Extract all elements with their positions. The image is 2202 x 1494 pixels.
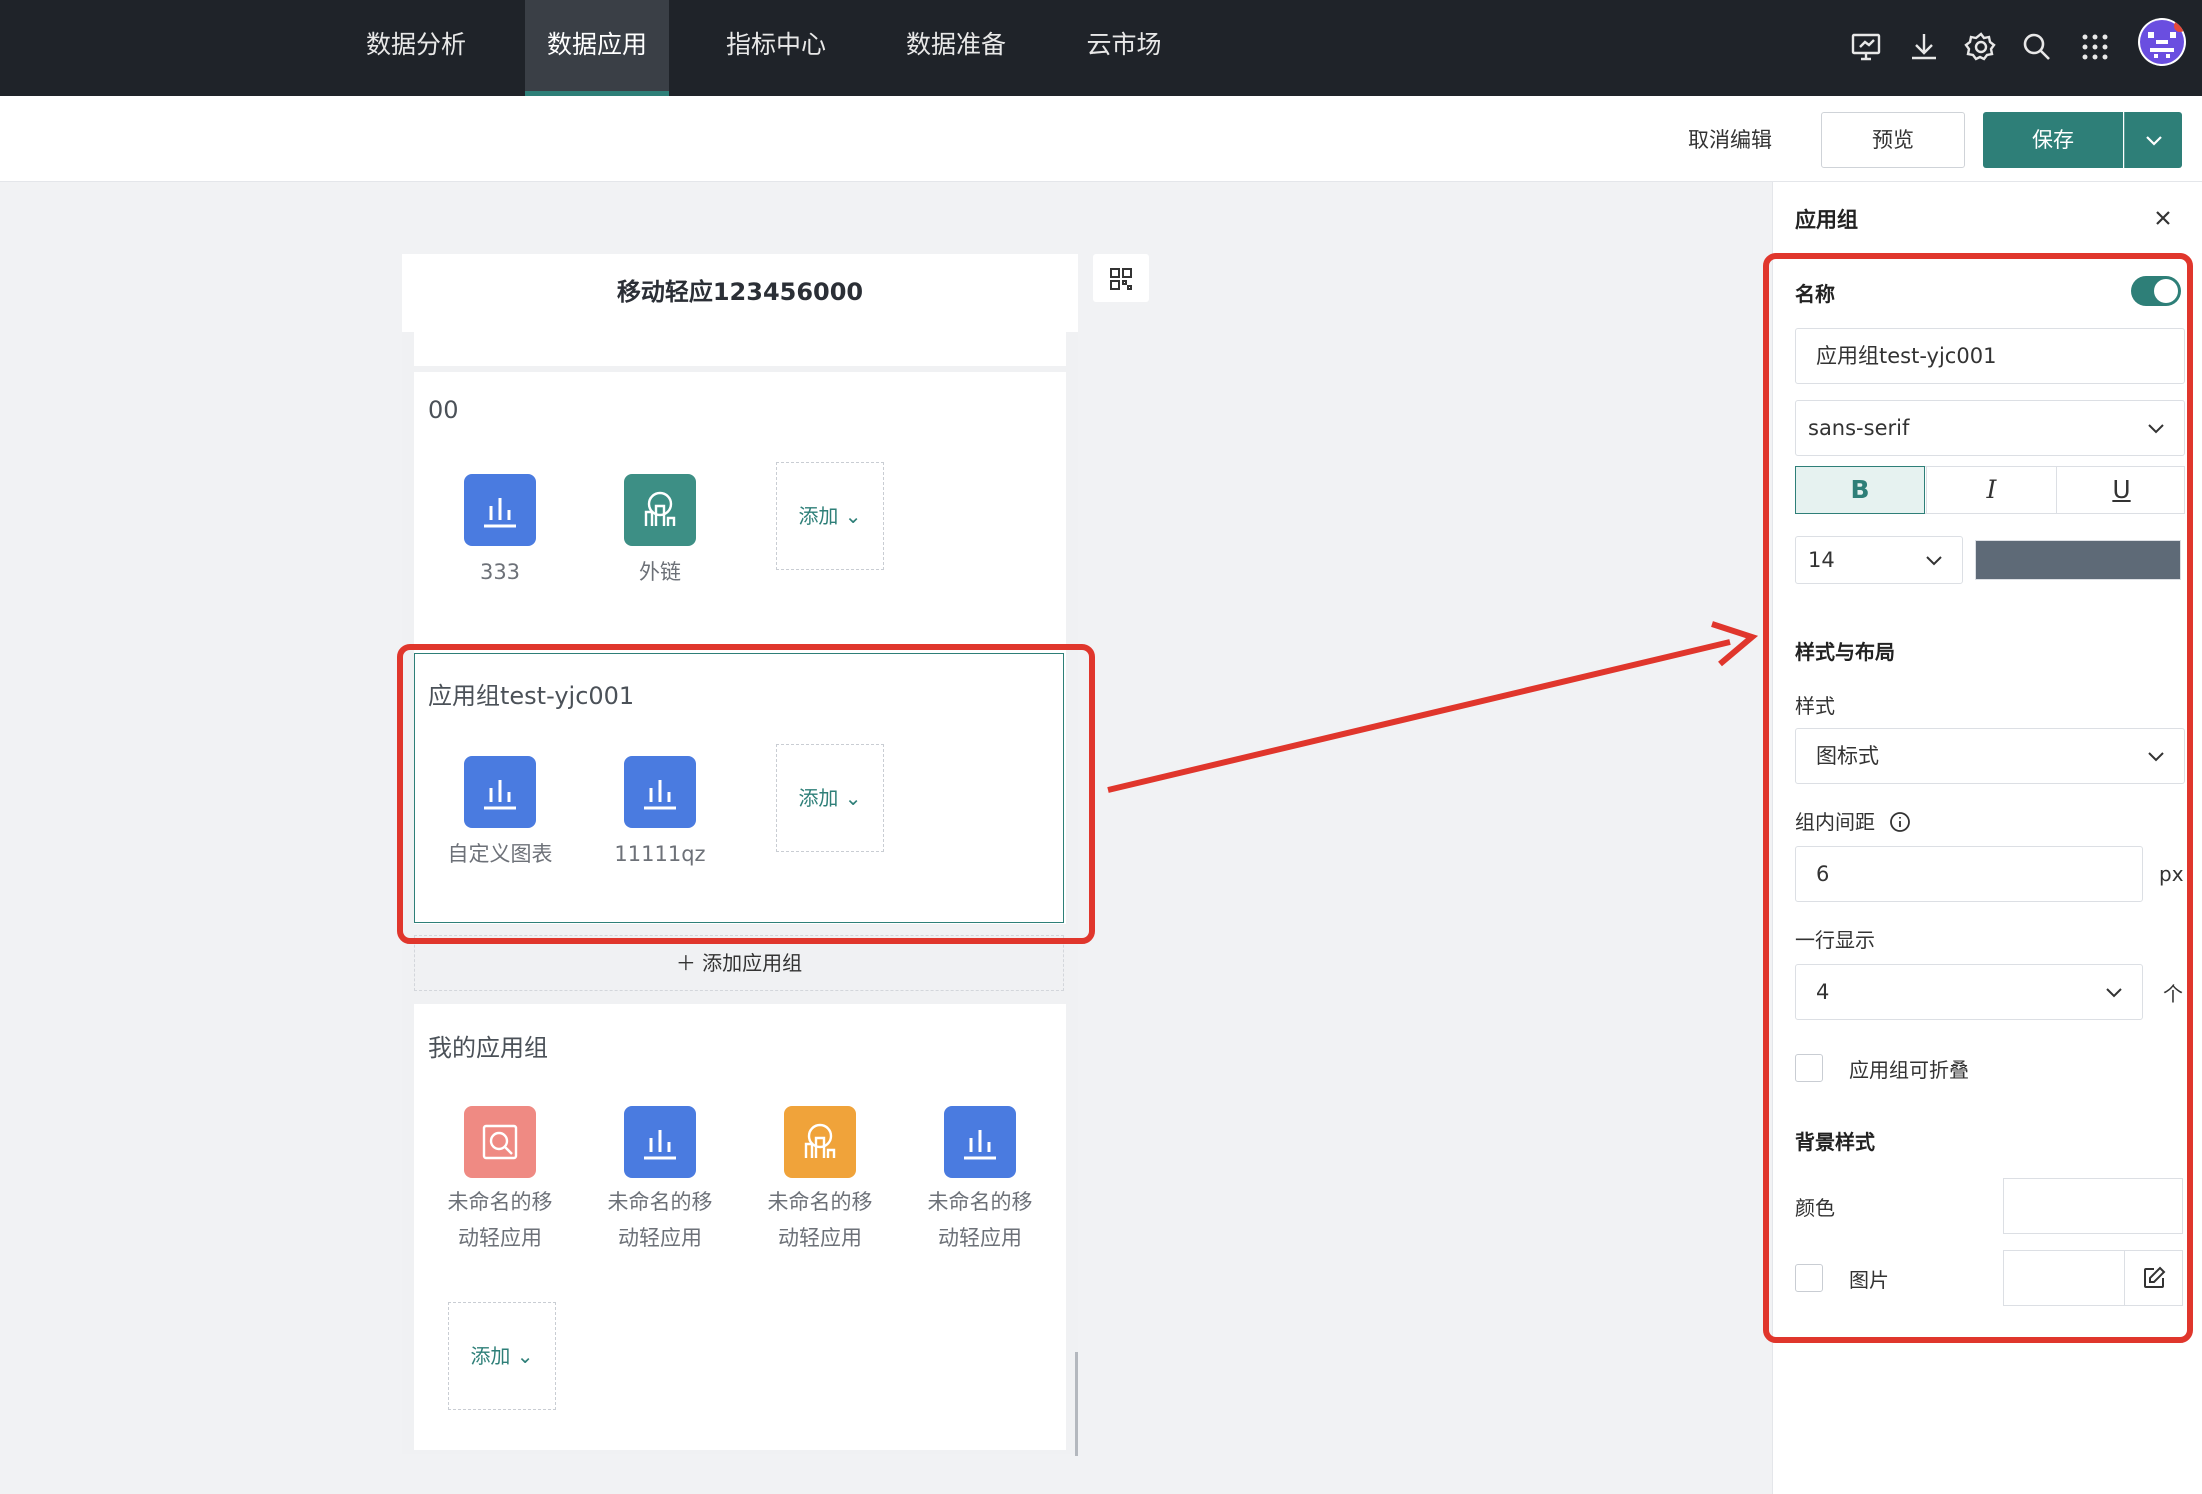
- gear-icon[interactable]: [1960, 26, 2002, 68]
- chevron-down-icon: [1926, 556, 1942, 566]
- font-family-value: sans-serif: [1808, 416, 1910, 440]
- top-navigation-bar: 数据分析 数据应用 指标中心 数据准备 云市场: [0, 0, 2202, 96]
- link-app-icon[interactable]: [784, 1106, 856, 1178]
- text-format-group: B I U: [1795, 466, 2185, 514]
- underline-button[interactable]: U: [2056, 467, 2186, 513]
- edit-icon: [2144, 1266, 2166, 1288]
- download-icon[interactable]: [1903, 26, 1945, 68]
- add-app-button[interactable]: 添加 ⌄: [448, 1302, 556, 1410]
- per-row-unit: 个: [2163, 982, 2183, 1006]
- font-size-value: 14: [1808, 548, 1835, 572]
- chevron-down-icon: [2146, 136, 2162, 146]
- italic-button[interactable]: I: [1926, 467, 2056, 513]
- group-name-input[interactable]: 应用组test-yjc001: [1795, 328, 2185, 384]
- chevron-down-icon: [2106, 988, 2122, 998]
- notification-dot: [2174, 20, 2186, 32]
- app-label-line2: 动轻应用: [458, 1226, 542, 1250]
- bar-chart-icon[interactable]: [624, 1106, 696, 1178]
- add-app-label: 添加: [470, 1344, 511, 1368]
- nav-tab-cloud-market[interactable]: 云市场: [1066, 0, 1182, 96]
- section-background: 背景样式: [1795, 1130, 1875, 1154]
- selected-group-outline: [414, 653, 1064, 923]
- collapsible-label: 应用组可折叠: [1849, 1058, 1969, 1082]
- group-title: 我的应用组: [428, 1034, 548, 1062]
- nav-tab-data-analysis[interactable]: 数据分析: [346, 0, 486, 96]
- panel-title: 应用组: [1795, 208, 1858, 232]
- app-label-line2: 动轻应用: [618, 1226, 702, 1250]
- nav-tab-metrics-center[interactable]: 指标中心: [706, 0, 846, 96]
- toggle-knob: [2154, 279, 2178, 303]
- info-icon[interactable]: [1889, 811, 1911, 833]
- chevron-down-icon: [2148, 424, 2164, 434]
- font-size-select[interactable]: 14: [1795, 536, 1963, 584]
- app-label-line2: 动轻应用: [778, 1226, 862, 1250]
- add-app-button[interactable]: 添加 ⌄: [776, 462, 884, 570]
- user-avatar[interactable]: [2138, 18, 2186, 66]
- add-app-group-button[interactable]: ＋ 添加应用组: [414, 935, 1064, 991]
- app-title: 移动轻应123456000: [402, 254, 1078, 332]
- chevron-down-icon: ⌄: [844, 504, 862, 528]
- plus-icon: ＋: [675, 951, 696, 975]
- annotation-arrowhead: [1711, 621, 1759, 667]
- add-app-label: 添加: [798, 504, 839, 528]
- edit-image-button[interactable]: [2124, 1251, 2182, 1305]
- app-label-line1: 未命名的移: [927, 1190, 1033, 1214]
- bold-button[interactable]: B: [1795, 466, 1925, 514]
- color-label: 颜色: [1795, 1196, 1835, 1220]
- app-label-line1: 未命名的移: [607, 1190, 713, 1214]
- spacing-label: 组内间距: [1795, 806, 1911, 835]
- layout-grid-button[interactable]: [1093, 254, 1149, 302]
- app-label-line1: 未命名的移: [767, 1190, 873, 1214]
- style-select[interactable]: 图标式: [1795, 728, 2185, 784]
- font-color-picker[interactable]: [1975, 540, 2181, 580]
- chevron-down-icon: ⌄: [516, 1344, 534, 1368]
- apps-grid-icon[interactable]: [2074, 26, 2116, 68]
- nav-tab-data-prep[interactable]: 数据准备: [886, 0, 1026, 96]
- style-value: 图标式: [1816, 744, 1879, 768]
- style-label: 样式: [1795, 694, 1835, 718]
- monitor-icon[interactable]: [1845, 26, 1887, 68]
- save-dropdown-button[interactable]: [2124, 112, 2182, 168]
- app-label: 外链: [639, 560, 681, 584]
- spacing-input[interactable]: 6: [1795, 846, 2143, 902]
- qr-grid-icon: [1110, 268, 1132, 290]
- editor-toolbar: 取消编辑 预览 保存: [0, 96, 2202, 182]
- chevron-down-icon: [2148, 752, 2164, 762]
- background-image-field[interactable]: [2003, 1250, 2183, 1306]
- app-label-line1: 未命名的移: [447, 1190, 553, 1214]
- name-label: 名称: [1795, 282, 1835, 306]
- group-title: 00: [428, 396, 459, 424]
- add-group-label: 添加应用组: [702, 951, 803, 975]
- background-color-picker[interactable]: [2003, 1178, 2183, 1234]
- canvas-scrollbar[interactable]: [1075, 1352, 1078, 1456]
- app-group-mine[interactable]: 我的应用组 未命名的移 动轻应用 未命名的移 动轻应用 未命名的移 动轻应用 未…: [414, 1004, 1066, 1450]
- search-report-icon[interactable]: [464, 1106, 536, 1178]
- font-family-select[interactable]: sans-serif: [1795, 400, 2185, 456]
- properties-panel: 应用组 名称 应用组test-yjc001 sans-serif B I U 1…: [1772, 182, 2202, 1494]
- close-icon[interactable]: [2149, 204, 2177, 232]
- per-row-label: 一行显示: [1795, 928, 1875, 952]
- spacing-unit: px: [2159, 862, 2184, 886]
- spacing-label-text: 组内间距: [1795, 810, 1875, 834]
- per-row-value: 4: [1816, 980, 1830, 1004]
- app-label: 333: [479, 560, 521, 584]
- nav-tab-data-apps[interactable]: 数据应用: [525, 0, 669, 96]
- image-checkbox[interactable]: [1795, 1264, 1823, 1292]
- per-row-select[interactable]: 4: [1795, 964, 2143, 1020]
- cancel-edit-button[interactable]: 取消编辑: [1650, 124, 1810, 154]
- link-app-icon[interactable]: [624, 474, 696, 546]
- header-spacer: [414, 332, 1066, 366]
- annotation-arrow: [1107, 639, 1731, 793]
- search-icon[interactable]: [2016, 26, 2058, 68]
- image-label: 图片: [1849, 1268, 1889, 1292]
- collapsible-checkbox[interactable]: [1795, 1054, 1823, 1082]
- bar-chart-icon[interactable]: [464, 474, 536, 546]
- save-button[interactable]: 保存: [1983, 112, 2123, 168]
- section-style-layout: 样式与布局: [1795, 640, 1895, 664]
- bar-chart-icon[interactable]: [944, 1106, 1016, 1178]
- preview-button[interactable]: 预览: [1821, 112, 1965, 168]
- app-label-line2: 动轻应用: [938, 1226, 1022, 1250]
- name-visibility-toggle[interactable]: [2131, 276, 2181, 306]
